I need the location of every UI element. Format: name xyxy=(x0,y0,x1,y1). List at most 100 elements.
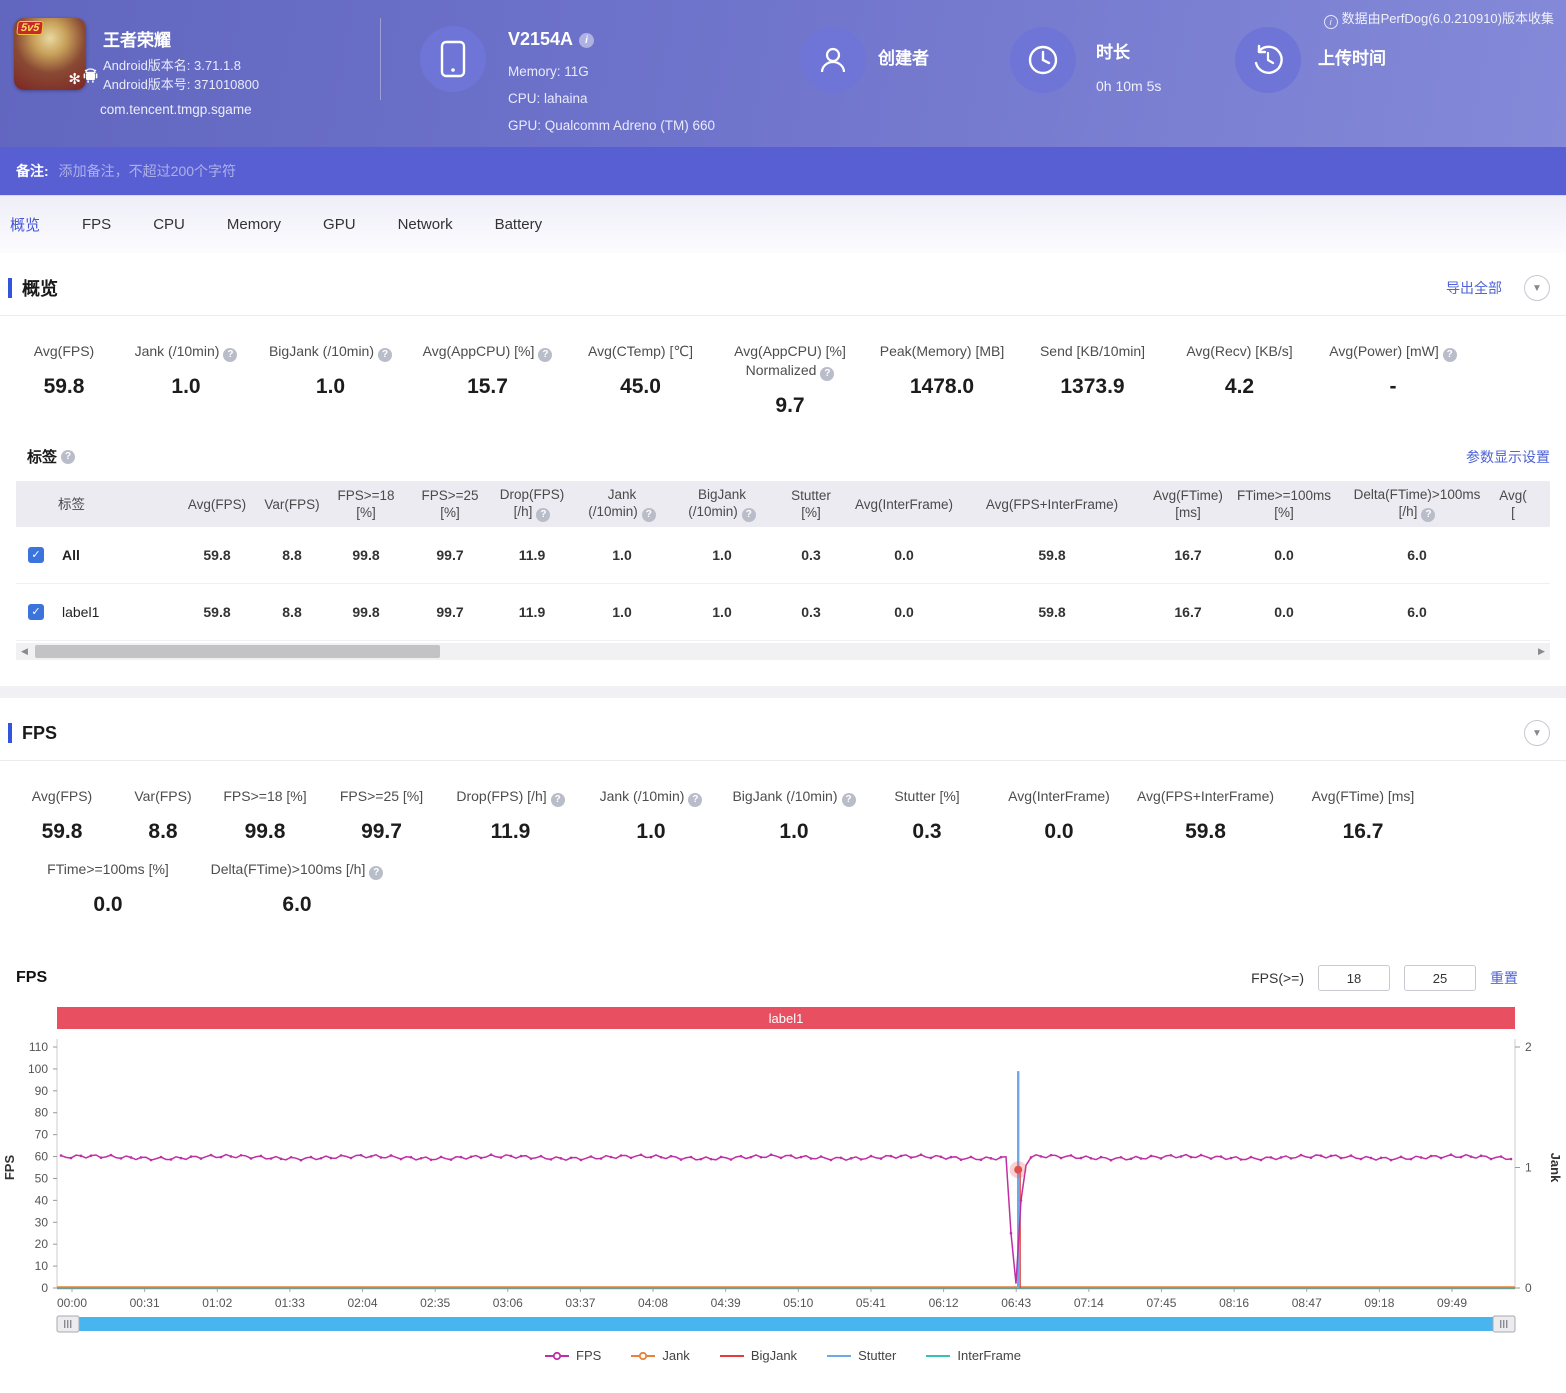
help-icon[interactable]: ? xyxy=(820,367,835,381)
upload-time-label: 上传时间 xyxy=(1318,49,1386,68)
metric-Send-[KB/10min]: Send [KB/10min] 1373.9 xyxy=(1019,342,1166,418)
metric-value: 8.8 xyxy=(148,820,178,843)
cell-value: 99.8 xyxy=(352,604,380,620)
info-outline-icon: i xyxy=(1323,15,1338,29)
scrollbar-track[interactable] xyxy=(33,643,1533,660)
svg-text:60: 60 xyxy=(35,1150,49,1164)
fps-collapse-button[interactable]: ▼ xyxy=(1524,720,1550,746)
help-icon[interactable]: ? xyxy=(641,508,656,522)
help-icon[interactable]: ? xyxy=(61,449,76,464)
cell-value: 6.0 xyxy=(1407,547,1427,563)
duration-label: 时长 xyxy=(1096,43,1130,62)
android-version-name: Android版本名: 3.71.1.8 xyxy=(103,58,242,73)
5v5-badge: 5v5 xyxy=(16,21,45,35)
cell-value: 0.0 xyxy=(1274,604,1294,620)
tab-Network[interactable]: Network xyxy=(398,216,453,233)
tab-Memory[interactable]: Memory xyxy=(227,216,281,233)
svg-text:00:00: 00:00 xyxy=(57,1296,87,1310)
scrollbar-thumb[interactable] xyxy=(35,645,440,658)
svg-text:90: 90 xyxy=(35,1084,49,1098)
legend-Stutter[interactable]: Stutter xyxy=(827,1348,896,1363)
metric-value: 1.0 xyxy=(171,375,201,398)
chart-label-banner: label1 xyxy=(57,1007,1515,1029)
export-all-link[interactable]: 导出全部 xyxy=(1446,278,1502,298)
cell-value: 99.7 xyxy=(436,547,464,563)
overview-collapse-button[interactable]: ▼ xyxy=(1524,275,1550,301)
row-checkbox[interactable]: ✓ xyxy=(28,604,44,620)
scroll-left-arrow[interactable]: ◀ xyxy=(16,643,33,660)
metric-Avg(AppCPU)-[%]-Normalized: Avg(AppCPU) [%] Normalized? 9.7 xyxy=(715,342,865,418)
tab-Battery[interactable]: Battery xyxy=(495,216,543,233)
legend-Jank[interactable]: Jank xyxy=(631,1348,690,1363)
metric-value: 45.0 xyxy=(620,375,661,398)
metric-Var(FPS): Var(FPS) 8.8 xyxy=(116,787,210,844)
cell-value: 99.7 xyxy=(436,604,464,620)
column-header: Stutter [%] xyxy=(791,488,831,520)
cell-value: 59.8 xyxy=(1038,604,1066,620)
app-title: 王者荣耀 xyxy=(103,31,171,50)
table-row-label1: ✓ label1 59.8 8.8 99.8 99.7 11.9 1.0 1.0 0.3 0.0 59… xyxy=(16,584,1550,641)
reset-link[interactable]: 重置 xyxy=(1490,968,1518,988)
note-bar[interactable]: 备注: 添加备注，不超过200个字符 xyxy=(0,147,1566,195)
column-header: Avg(FTime) [ms] xyxy=(1153,488,1223,520)
fps-metrics-row1: Avg(FPS) 59.8 Var(FPS) 8.8 FPS>=18 [%] 99.8 FP… xyxy=(0,761,1566,850)
fps-threshold-high-input[interactable] xyxy=(1404,965,1476,991)
legend-FPS[interactable]: FPS xyxy=(545,1348,601,1363)
app-version-block: Android版本名: 3.71.1.8 Android版本号: 3710108… xyxy=(83,56,259,94)
table-row-All: ✓ All 59.8 8.8 99.8 99.7 11.9 1.0 1.0 0.3 0.0 59.8 1… xyxy=(16,527,1550,584)
metric-Jank-(/10min): Jank (/10min)? 1.0 xyxy=(578,787,724,844)
svg-text:0: 0 xyxy=(1525,1281,1532,1295)
metric-FPS>=25-[%]: FPS>=25 [%] 99.7 xyxy=(320,787,443,844)
labels-table: 标签 Avg(FPS) Var(FPS) FPS>=18 [%] FPS>=25 [%]… xyxy=(16,481,1550,641)
chart-legend: FPS Jank BigJank Stutter InterFrame xyxy=(0,1348,1566,1363)
tab-FPS[interactable]: FPS xyxy=(82,216,111,233)
cell-value: 6.0 xyxy=(1407,604,1427,620)
help-icon[interactable]: ? xyxy=(369,866,384,880)
cell-value: 1.0 xyxy=(712,604,732,620)
help-icon[interactable]: ? xyxy=(688,793,703,807)
tab-GPU[interactable]: GPU xyxy=(323,216,356,233)
metric-BigJank-(/10min): BigJank (/10min)? 1.0 xyxy=(724,787,864,844)
phone-icon xyxy=(420,26,486,92)
app-header: 5v5 ✻ 王者荣耀 Android版本名: 3.71.1.8 Android版… xyxy=(0,0,1566,147)
help-icon[interactable]: ? xyxy=(550,793,565,807)
help-icon[interactable]: ? xyxy=(223,348,238,362)
game-app-icon: 5v5 ✻ xyxy=(14,18,86,90)
note-placeholder: 添加备注，不超过200个字符 xyxy=(58,163,237,179)
row-checkbox[interactable]: ✓ xyxy=(28,547,44,563)
help-icon[interactable]: ? xyxy=(378,348,393,362)
tab-概览[interactable]: 概览 xyxy=(10,214,40,235)
info-icon[interactable]: i xyxy=(579,33,595,48)
metric-FTime>=100ms-[%]: FTime>=100ms [%] 0.0 xyxy=(8,860,208,917)
help-icon[interactable]: ? xyxy=(538,348,553,362)
metric-value: 99.8 xyxy=(244,820,286,843)
help-icon[interactable]: ? xyxy=(1442,348,1457,362)
metric-value: 1373.9 xyxy=(1060,375,1125,398)
help-icon[interactable]: ? xyxy=(741,508,756,522)
overview-title: 概览 xyxy=(22,279,58,299)
cell-value: 59.8 xyxy=(203,547,231,563)
legend-BigJank[interactable]: BigJank xyxy=(719,1348,797,1363)
fps-chart[interactable]: 0 10 20 30 40 50 60 70 80 90 100 110 0 1 2 00:00 00:31 01… xyxy=(0,1029,1566,1346)
column-header: FTime>=100ms [%] xyxy=(1236,488,1332,520)
help-icon[interactable]: ? xyxy=(841,793,856,807)
help-icon[interactable]: ? xyxy=(536,508,551,522)
column-header: Avg(InterFrame) xyxy=(854,496,954,512)
collect-note: i 数据由PerfDog(6.0.210910)版本收集 xyxy=(1323,8,1554,29)
metric-Drop(FPS)-[/h]: Drop(FPS) [/h]? 11.9 xyxy=(443,787,578,844)
help-icon[interactable]: ? xyxy=(1421,508,1436,522)
metric-Avg(CTemp)-[℃]: Avg(CTemp) [℃] 45.0 xyxy=(566,342,715,418)
legend-InterFrame[interactable]: InterFrame xyxy=(926,1348,1021,1363)
fps-title: FPS xyxy=(22,722,58,743)
metric-value: 9.7 xyxy=(775,394,805,417)
slider-right-grip[interactable] xyxy=(1492,1315,1516,1333)
svg-text:03:37: 03:37 xyxy=(565,1296,595,1310)
fps-threshold-low-input[interactable] xyxy=(1318,965,1390,991)
tab-CPU[interactable]: CPU xyxy=(153,216,185,233)
metric-value: 6.0 xyxy=(282,893,312,916)
scroll-right-arrow[interactable]: ▶ xyxy=(1533,643,1550,660)
param-settings-link[interactable]: 参数显示设置 xyxy=(1466,447,1550,467)
metric-value: 59.8 xyxy=(41,820,83,843)
app-package: com.tencent.tmgp.sgame xyxy=(100,102,252,117)
slider-left-grip[interactable] xyxy=(56,1315,80,1333)
